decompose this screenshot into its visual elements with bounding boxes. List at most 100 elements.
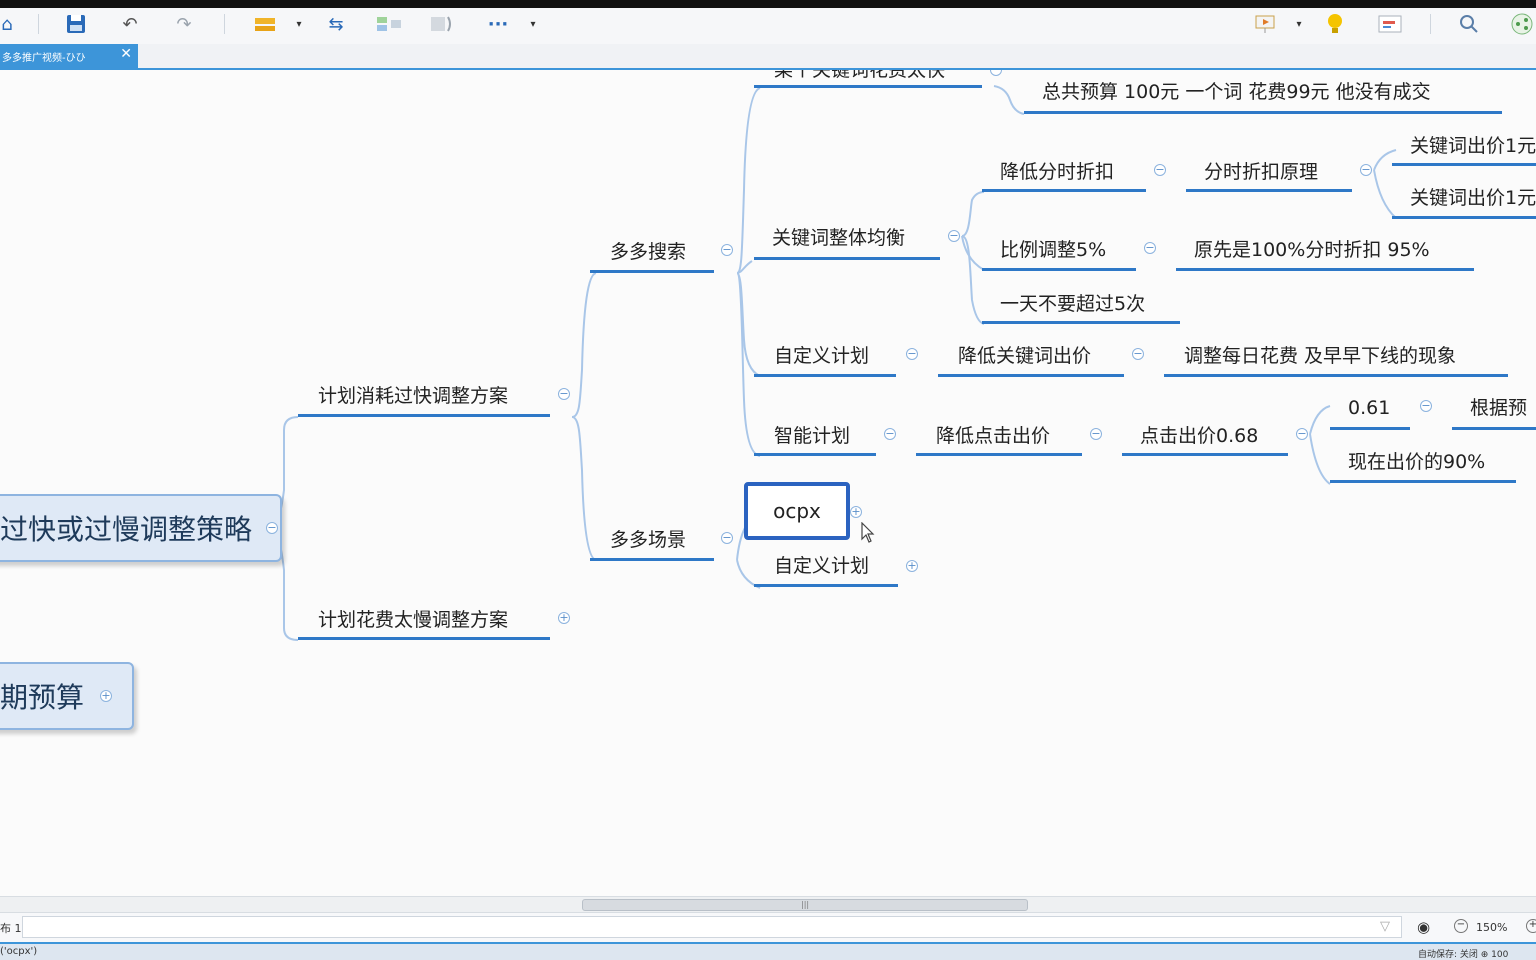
zoom-out-icon[interactable]: − <box>1454 919 1468 933</box>
collapse-toggle[interactable]: − <box>1360 164 1372 176</box>
summary-icon[interactable] <box>374 12 404 36</box>
branch-consume-fast[interactable]: 计划消耗过快调整方案 <box>318 384 508 408</box>
expand-toggle[interactable]: + <box>100 690 112 702</box>
topic-underline <box>754 257 940 260</box>
collapse-toggle[interactable]: − <box>884 428 896 440</box>
topic-underline <box>982 321 1180 324</box>
topic-keyword-budget-detail[interactable]: 总共预算 100元 一个词 花费99元 他没有成交 <box>1042 80 1431 104</box>
topic-original-discount[interactable]: 原先是100%分时折扣 95% <box>1194 238 1430 262</box>
topic-max-per-day[interactable]: 一天不要超过5次 <box>1000 292 1145 316</box>
topic-lower-keyword-bid[interactable]: 降低关键词出价 <box>958 344 1091 368</box>
more-icon[interactable]: ··· <box>484 12 512 36</box>
status-bar: 布 1 ▽ ◉ − 150% + <box>0 912 1536 943</box>
lightbulb-icon[interactable] <box>1322 12 1348 36</box>
scrollbar-thumb[interactable]: ||| <box>582 899 1028 911</box>
search-icon[interactable] <box>1456 12 1482 36</box>
topic-style-dropdown-icon[interactable]: ▾ <box>292 12 306 36</box>
selection-info: ('ocpx') <box>0 946 38 957</box>
central-topic-label: 过快或过慢调整策略 <box>0 513 253 546</box>
share-icon[interactable] <box>1508 12 1536 36</box>
topic-value-061[interactable]: 0.61 <box>1348 396 1390 420</box>
more-dropdown-icon[interactable]: ▾ <box>526 12 540 36</box>
topic-underline <box>754 453 876 456</box>
topic-time-discount-principle[interactable]: 分时折扣原理 <box>1204 160 1318 184</box>
branch-spend-slow[interactable]: 计划花费太慢调整方案 <box>318 608 508 632</box>
toolbar-separator <box>1430 14 1431 34</box>
toolbar-separator <box>38 14 39 34</box>
tab-title: 多多推广视频-ひひ <box>2 52 86 64</box>
topic-ocpx-selected[interactable]: ocpx <box>744 482 850 540</box>
topic-underline <box>982 189 1146 192</box>
topic-underline <box>1452 427 1536 430</box>
topic-ratio-adjust[interactable]: 比例调整5% <box>1000 238 1106 262</box>
topic-underline <box>1392 163 1536 166</box>
gantt-icon[interactable] <box>1376 12 1404 36</box>
presentation-icon[interactable] <box>1252 12 1278 36</box>
expand-toggle[interactable]: + <box>558 612 570 624</box>
save-icon[interactable] <box>64 12 88 36</box>
topic-by-budget[interactable]: 根据预 <box>1470 396 1527 420</box>
collapse-toggle[interactable]: − <box>990 70 1002 76</box>
home-icon[interactable]: ⌂ <box>0 12 14 36</box>
topic-underline <box>1330 427 1410 430</box>
topic-adjust-daily-spend[interactable]: 调整每日花费 及早早下线的现象 <box>1184 344 1456 368</box>
topic-lower-click-bid[interactable]: 降低点击出价 <box>936 424 1050 448</box>
sheet-label[interactable]: 布 1 <box>0 920 22 936</box>
topic-keyword-bid-1[interactable]: 关键词出价1元 <box>1410 134 1536 158</box>
topic-duoduo-scene[interactable]: 多多场景 <box>610 528 686 552</box>
collapse-toggle[interactable]: − <box>1132 348 1144 360</box>
topic-custom-plan[interactable]: 自定义计划 <box>774 344 869 368</box>
topic-underline <box>754 374 896 377</box>
collapse-toggle[interactable]: − <box>1296 428 1308 440</box>
topic-underline <box>754 85 982 88</box>
horizontal-scrollbar[interactable]: ||| <box>0 896 1536 913</box>
collapse-toggle[interactable]: − <box>266 522 278 534</box>
autosave-status: 自动保存: 关闭 ⊕ 100 <box>1418 950 1509 960</box>
zoom-level[interactable]: 150% <box>1476 921 1507 934</box>
presentation-dropdown-icon[interactable]: ▾ <box>1292 12 1306 36</box>
collapse-toggle[interactable]: − <box>721 244 733 256</box>
topic-underline <box>1024 111 1502 114</box>
expand-toggle[interactable]: + <box>850 506 862 518</box>
topic-keyword-bid-2[interactable]: 关键词出价1元 <box>1410 186 1536 210</box>
collapse-toggle[interactable]: − <box>721 532 733 544</box>
topic-current-bid-90[interactable]: 现在出价的90% <box>1348 450 1485 474</box>
collapse-toggle[interactable]: − <box>906 348 918 360</box>
mindmap-canvas[interactable]: 过快或过慢调整策略 − 期预算 + 计划消耗过快调整方案 − 计划花费太慢调整方… <box>0 70 1536 896</box>
topic-underline <box>1186 189 1352 192</box>
topic-style-icon[interactable] <box>252 12 278 36</box>
central-topic[interactable]: 过快或过慢调整策略 <box>0 494 282 562</box>
topic-underline <box>1176 268 1474 271</box>
topic-underline <box>982 268 1136 271</box>
topic-underline <box>916 453 1082 456</box>
topic-click-bid[interactable]: 点击出价0.68 <box>1140 424 1258 448</box>
collapse-toggle[interactable]: − <box>948 230 960 242</box>
topic-duoduo-search[interactable]: 多多搜索 <box>610 240 686 264</box>
grip-icon: ||| <box>801 900 810 909</box>
topic-smart-plan[interactable]: 智能计划 <box>774 424 850 448</box>
topic-scene-custom-plan[interactable]: 自定义计划 <box>774 554 869 578</box>
tab-document[interactable]: 多多推广视频-ひひ ✕ <box>0 44 138 68</box>
sheet-tab-area[interactable] <box>22 916 1402 938</box>
topic-underline <box>1330 480 1516 483</box>
redo-icon[interactable]: ↷ <box>172 12 196 36</box>
topic-keyword-balance[interactable]: 关键词整体均衡 <box>772 226 905 250</box>
central-topic-budget[interactable]: 期预算 <box>0 662 134 730</box>
zoom-in-icon[interactable]: + <box>1526 919 1536 933</box>
filter-icon[interactable]: ▽ <box>1380 919 1390 934</box>
collapse-toggle[interactable]: − <box>1144 242 1156 254</box>
collapse-toggle[interactable]: − <box>1420 400 1432 412</box>
topic-lower-time-discount[interactable]: 降低分时折扣 <box>1000 160 1114 184</box>
boundary-icon[interactable] <box>428 12 456 36</box>
collapse-toggle[interactable]: − <box>558 388 570 400</box>
eye-icon[interactable]: ◉ <box>1417 918 1430 936</box>
central-topic-budget-label: 期预算 <box>0 681 85 714</box>
topic-keyword-too-fast[interactable]: 某个关键词花费太快 <box>774 70 945 82</box>
expand-toggle[interactable]: + <box>906 560 918 572</box>
collapse-toggle[interactable]: − <box>1090 428 1102 440</box>
collapse-toggle[interactable]: − <box>1154 164 1166 176</box>
undo-icon[interactable]: ↶ <box>118 12 142 36</box>
relationship-icon[interactable]: ⇆ <box>322 12 350 36</box>
branch-underline <box>298 637 550 640</box>
close-icon[interactable]: ✕ <box>120 46 132 62</box>
